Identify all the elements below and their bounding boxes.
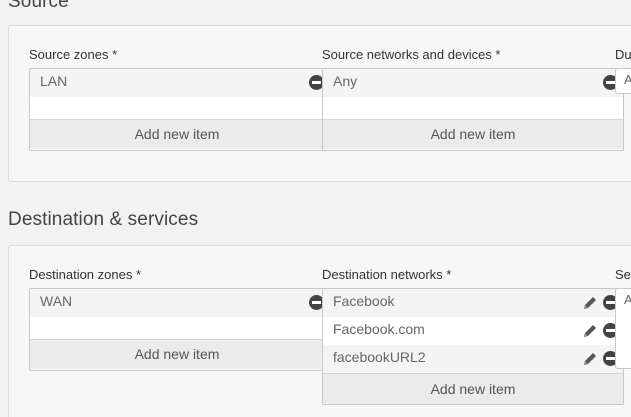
- empty-row: [30, 317, 324, 339]
- list-item-label: facebookURL2: [333, 349, 426, 365]
- add-new-item-button[interactable]: Add new item: [323, 119, 623, 149]
- destination-section-title: Destination & services: [8, 209, 199, 230]
- list-item-label: LAN: [40, 73, 68, 89]
- list-item[interactable]: facebookURL2: [323, 345, 623, 373]
- list-item-label: WAN: [40, 293, 73, 309]
- add-new-item-button[interactable]: Add new item: [30, 119, 324, 149]
- source-networks-list: Any Add new item: [322, 68, 624, 151]
- empty-row: [30, 97, 324, 119]
- source-section-title: Source: [8, 0, 69, 12]
- edit-icon[interactable]: [582, 295, 598, 311]
- source-third-field[interactable]: A: [615, 68, 631, 94]
- destination-third-label: Se: [615, 267, 631, 282]
- source-zones-list: LAN Add new item: [29, 68, 325, 151]
- destination-zones-list: WAN Add new item: [29, 288, 325, 371]
- list-item-label: Any: [333, 73, 358, 89]
- list-item[interactable]: Facebook: [323, 289, 623, 317]
- list-item[interactable]: WAN: [30, 289, 324, 317]
- destination-zones-label: Destination zones *: [29, 267, 142, 282]
- list-item[interactable]: Facebook.com: [323, 317, 623, 345]
- source-third-label: Du: [615, 47, 631, 62]
- empty-row: [323, 97, 623, 119]
- list-item-label: Facebook: [333, 293, 395, 309]
- destination-third-field[interactable]: A: [615, 288, 631, 369]
- source-zones-label: Source zones *: [29, 47, 118, 62]
- add-new-item-button[interactable]: Add new item: [30, 339, 324, 369]
- destination-networks-label: Destination networks *: [322, 267, 452, 282]
- list-item-label: Facebook.com: [333, 321, 425, 337]
- list-item[interactable]: LAN: [30, 69, 324, 97]
- list-item[interactable]: Any: [323, 69, 623, 97]
- edit-icon[interactable]: [582, 323, 598, 339]
- edit-icon[interactable]: [582, 351, 598, 367]
- destination-networks-list: Facebook Facebook.com facebookURL2 Add n…: [322, 288, 624, 405]
- source-networks-label: Source networks and devices *: [322, 47, 501, 62]
- add-new-item-button[interactable]: Add new item: [323, 373, 623, 404]
